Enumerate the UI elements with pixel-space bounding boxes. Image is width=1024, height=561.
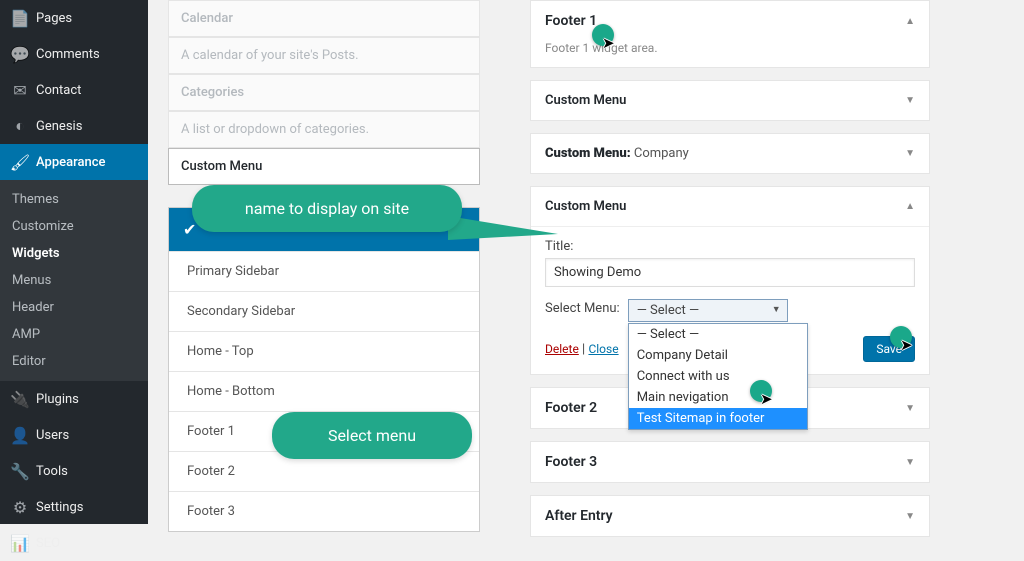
submenu-header[interactable]: Header <box>0 294 148 321</box>
callout-select-menu: Select menu <box>272 412 472 459</box>
submenu-menus[interactable]: Menus <box>0 267 148 294</box>
widget-categories[interactable]: Categories <box>168 74 480 111</box>
sidebar-item-contact[interactable]: ✉ Contact <box>0 72 148 108</box>
sidebar-item-label: Pages <box>36 11 72 26</box>
panel-title: Footer 1 <box>545 13 597 29</box>
panel-title: After Entry <box>545 508 613 524</box>
panel-title: Footer 3 <box>545 454 597 470</box>
footer1-panel-column: Footer 1 ▲ Footer 1 widget area. Custom … <box>530 0 930 549</box>
sidebar-item-label: SEO <box>36 536 60 551</box>
sidebar-item-label: Plugins <box>36 392 79 407</box>
widget-custom-menu-collapsed-1[interactable]: Custom Menu ▼ <box>530 80 930 121</box>
footer1-desc: Footer 1 widget area. <box>531 41 929 67</box>
widget-custom-menu-dragging[interactable]: Custom Menu <box>168 148 480 185</box>
title-label: Title: <box>545 239 915 254</box>
area-home-bottom[interactable]: Home - Bottom <box>169 371 479 411</box>
option-test-sitemap[interactable]: Test Sitemap in footer <box>629 408 807 429</box>
area-primary-sidebar[interactable]: Primary Sidebar <box>169 251 479 291</box>
widget-categories-desc: A list or dropdown of categories. <box>168 111 480 148</box>
caret-down-icon: ▼ <box>905 511 915 522</box>
sidebar-item-label: Contact <box>36 83 81 98</box>
submenu-widgets[interactable]: Widgets <box>0 240 148 267</box>
after-entry-panel[interactable]: After Entry ▼ <box>530 495 930 537</box>
wrench-icon: 🔧 <box>10 461 30 481</box>
option-select[interactable]: — Select — <box>629 324 807 345</box>
comment-icon: 💬 <box>10 44 30 64</box>
submenu-editor[interactable]: Editor <box>0 348 148 375</box>
submenu-customize[interactable]: Customize <box>0 213 148 240</box>
gear-icon: ⚙ <box>10 497 30 517</box>
sidebar-item-comments[interactable]: 💬 Comments <box>0 36 148 72</box>
close-link[interactable]: Close <box>588 342 618 356</box>
brush-icon: 🖌 <box>10 152 30 172</box>
mouse-pointer-icon: ➤ <box>900 336 913 354</box>
sidebar-item-label: Settings <box>36 500 83 515</box>
sidebar-item-users[interactable]: 👤 Users <box>0 417 148 453</box>
footer1-panel: Footer 1 ▲ Footer 1 widget area. <box>530 0 930 68</box>
genesis-icon: ◐ <box>10 116 30 136</box>
cursor-indicator-3: ➤ <box>890 326 912 348</box>
callout-name-display: name to display on site <box>192 185 462 232</box>
area-home-top[interactable]: Home - Top <box>169 331 479 371</box>
caret-up-icon: ▲ <box>905 16 915 27</box>
widget-open-header[interactable]: Custom Menu ▲ <box>531 187 929 226</box>
mouse-pointer-icon: ➤ <box>602 34 615 52</box>
widget-areas-list: ✔ Primary Sidebar Secondary Sidebar Home… <box>168 207 480 532</box>
mouse-pointer-icon: ➤ <box>760 390 773 408</box>
widget-label: Custom Menu <box>545 199 626 214</box>
option-connect[interactable]: Connect with us <box>629 366 807 387</box>
sidebar-item-plugins[interactable]: 🔌 Plugins <box>0 381 148 417</box>
sidebar-item-pages[interactable]: 📄 Pages <box>0 0 148 36</box>
check-icon: ✔ <box>183 220 196 239</box>
widget-custom-menu-collapsed-2[interactable]: Custom Menu: Company ▼ <box>530 133 930 174</box>
footer3-panel[interactable]: Footer 3 ▼ <box>530 441 930 483</box>
sidebar-item-tools[interactable]: 🔧 Tools <box>0 453 148 489</box>
caret-down-icon: ▼ <box>905 95 915 106</box>
sidebar-item-label: Users <box>36 428 69 443</box>
mail-icon: ✉ <box>10 80 30 100</box>
sidebar-item-seo[interactable]: 📊 SEO <box>0 525 148 561</box>
footer1-header[interactable]: Footer 1 ▲ <box>531 1 929 41</box>
widget-calendar-desc: A calendar of your site's Posts. <box>168 37 480 74</box>
callout-tail-1 <box>448 216 558 240</box>
option-main-nav[interactable]: Main nevigation <box>629 387 807 408</box>
caret-down-icon: ▼ <box>905 403 915 414</box>
title-input[interactable] <box>545 258 915 287</box>
option-company-detail[interactable]: Company Detail <box>629 345 807 366</box>
chart-icon: 📊 <box>10 533 30 553</box>
appearance-submenu: Themes Customize Widgets Menus Header AM… <box>0 180 148 381</box>
panel-title: Footer 2 <box>545 400 597 416</box>
select-menu-label: Select Menu: <box>545 301 620 316</box>
widget-label: Custom Menu: Company <box>545 146 689 161</box>
delete-link[interactable]: Delete <box>545 342 579 356</box>
admin-sidebar: 📄 Pages 💬 Comments ✉ Contact ◐ Genesis 🖌 Appe… <box>0 0 148 524</box>
plugin-icon: 🔌 <box>10 389 30 409</box>
user-icon: 👤 <box>10 425 30 445</box>
sidebar-item-settings[interactable]: ⚙ Settings <box>0 489 148 525</box>
caret-up-icon: ▲ <box>905 201 915 212</box>
submenu-themes[interactable]: Themes <box>0 186 148 213</box>
cursor-indicator-2: ➤ <box>750 380 772 402</box>
submenu-amp[interactable]: AMP <box>0 321 148 348</box>
cursor-indicator-1: ➤ <box>592 24 614 46</box>
sidebar-item-label: Tools <box>36 464 68 479</box>
widget-custom-menu-open: Custom Menu ▲ Title: Select Menu: — Sele… <box>530 186 930 375</box>
widget-calendar[interactable]: Calendar <box>168 0 480 37</box>
area-footer-3[interactable]: Footer 3 <box>169 491 479 531</box>
sidebar-item-label: Comments <box>36 47 100 62</box>
page-icon: 📄 <box>10 8 30 28</box>
select-menu-options: — Select — Company Detail Connect with u… <box>628 323 808 430</box>
caret-down-icon: ▼ <box>905 457 915 468</box>
select-menu-dropdown[interactable]: — Select — <box>628 299 788 322</box>
caret-down-icon: ▼ <box>905 148 915 159</box>
area-secondary-sidebar[interactable]: Secondary Sidebar <box>169 291 479 331</box>
sidebar-item-appearance[interactable]: 🖌 Appearance <box>0 144 148 180</box>
widget-label: Custom Menu <box>545 93 626 108</box>
sidebar-item-label: Genesis <box>36 119 82 134</box>
sidebar-item-genesis[interactable]: ◐ Genesis <box>0 108 148 144</box>
sidebar-item-label: Appearance <box>36 155 105 170</box>
